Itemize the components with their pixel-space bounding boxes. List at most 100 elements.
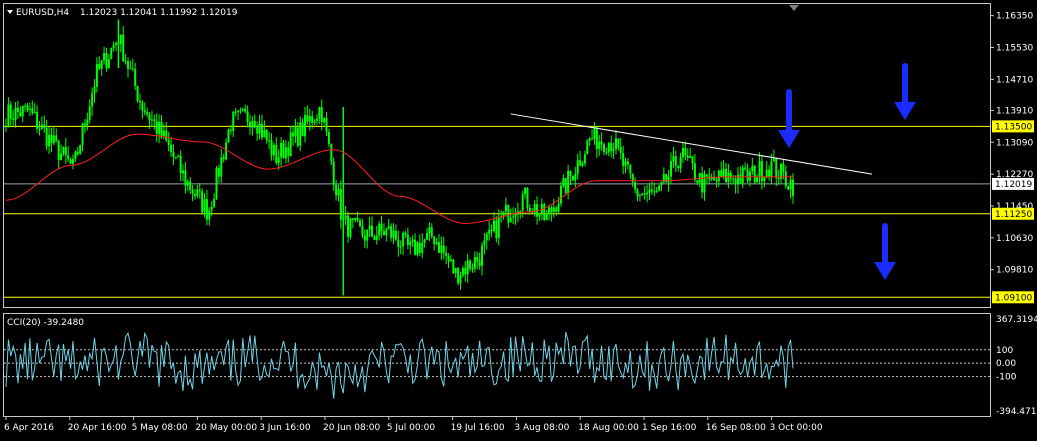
candle-body bbox=[478, 260, 481, 266]
candle-body bbox=[339, 188, 342, 220]
candle-body bbox=[725, 168, 728, 183]
candle-body bbox=[586, 140, 589, 155]
candle-body bbox=[689, 156, 692, 158]
candle-body bbox=[490, 229, 493, 232]
candle-body bbox=[280, 142, 283, 158]
candle-body bbox=[227, 129, 230, 143]
candle-body bbox=[705, 174, 708, 177]
candle-body bbox=[576, 160, 579, 174]
candle-body bbox=[579, 160, 582, 166]
candle-body bbox=[268, 140, 271, 142]
candle-body bbox=[466, 260, 469, 275]
candle-body bbox=[167, 140, 170, 145]
candle-body bbox=[320, 107, 323, 123]
candle-body bbox=[512, 216, 515, 218]
candle-body bbox=[756, 176, 759, 183]
candle-body bbox=[146, 112, 149, 115]
candle-body bbox=[464, 268, 467, 275]
candle-body bbox=[260, 123, 263, 138]
candle-body bbox=[670, 161, 673, 177]
symbol-title: EURUSD,H4 bbox=[16, 8, 69, 18]
candle-body bbox=[234, 111, 237, 113]
candle-body bbox=[655, 190, 658, 193]
candle-body bbox=[335, 184, 338, 196]
candle-body bbox=[622, 152, 625, 166]
candle-body bbox=[538, 214, 541, 217]
price-tick-label: 1.13910 bbox=[996, 106, 1033, 116]
candle-body bbox=[129, 68, 132, 70]
trading-chart[interactable]: 367.3194 100 0.00 -100 -394.4714 1.16350 1.15… bbox=[0, 0, 1037, 441]
candle-body bbox=[110, 48, 113, 59]
candle-body bbox=[88, 106, 91, 120]
ohlc-readout: 1.12023 1.12041 1.11992 1.12019 bbox=[80, 8, 238, 18]
candle-body bbox=[52, 135, 55, 144]
time-tick-label: 20 Apr 16:00 bbox=[68, 423, 127, 433]
candle-body bbox=[614, 138, 617, 150]
price-tick-label: 1.10630 bbox=[996, 234, 1033, 244]
candle-body bbox=[397, 239, 400, 247]
candle-body bbox=[354, 218, 357, 221]
candle-body bbox=[399, 246, 402, 248]
candle-body bbox=[57, 141, 60, 160]
candle-body bbox=[418, 242, 421, 253]
candle-body bbox=[610, 143, 613, 152]
candle-body bbox=[93, 86, 96, 94]
candle-body bbox=[74, 151, 77, 159]
candle-body bbox=[736, 174, 739, 185]
candle-body bbox=[658, 185, 661, 191]
price-pane[interactable] bbox=[3, 3, 991, 308]
candle-body bbox=[45, 128, 48, 147]
cci-axis-bottom-label: -394.4714 bbox=[996, 407, 1037, 417]
time-tick-label: 5 May 08:00 bbox=[132, 423, 188, 433]
candle-body bbox=[24, 105, 27, 107]
candle-body bbox=[741, 167, 744, 184]
candle-body bbox=[225, 142, 228, 160]
candle-body bbox=[308, 116, 311, 122]
candle-body bbox=[461, 268, 464, 276]
candle-body bbox=[681, 147, 684, 158]
candle-body bbox=[653, 191, 656, 193]
candle-body bbox=[368, 225, 371, 230]
candle-body bbox=[351, 218, 354, 221]
time-tick-label: 18 Aug 00:00 bbox=[578, 423, 639, 433]
cci-pane[interactable] bbox=[3, 313, 991, 417]
candle-body bbox=[162, 130, 165, 137]
time-tick-label: 20 May 00:00 bbox=[195, 423, 257, 433]
level-price-tag-label: 1.09100 bbox=[995, 293, 1032, 303]
candle-body bbox=[361, 225, 364, 236]
cci-axis-0-label: 0.00 bbox=[996, 359, 1016, 369]
candle-body bbox=[112, 45, 115, 49]
candle-body bbox=[595, 127, 598, 149]
candle-body bbox=[213, 198, 216, 207]
candle-body bbox=[521, 194, 524, 211]
time-tick-label: 3 Aug 08:00 bbox=[514, 423, 569, 433]
candle-body bbox=[760, 161, 763, 182]
candle-body bbox=[38, 128, 41, 130]
price-tick-label: 1.15530 bbox=[996, 44, 1033, 54]
candle-body bbox=[748, 171, 751, 181]
candle-body bbox=[581, 163, 584, 166]
candle-body bbox=[404, 232, 407, 235]
candle-body bbox=[184, 170, 187, 186]
candle-body bbox=[370, 225, 373, 237]
candle-body bbox=[155, 121, 158, 134]
candle-body bbox=[507, 204, 510, 223]
candle-body bbox=[643, 193, 646, 195]
candle-body bbox=[626, 161, 629, 165]
candle-body bbox=[583, 154, 586, 164]
candle-body bbox=[686, 155, 689, 158]
candle-body bbox=[380, 223, 383, 232]
candle-body bbox=[210, 206, 213, 211]
candle-body bbox=[382, 231, 385, 236]
candle-body bbox=[469, 260, 472, 269]
candle-body bbox=[765, 169, 768, 178]
candle-body bbox=[483, 240, 486, 246]
candle-body bbox=[526, 187, 529, 208]
candle-body bbox=[170, 144, 173, 153]
candle-body bbox=[528, 207, 531, 212]
candle-body bbox=[105, 53, 108, 68]
candle-body bbox=[421, 242, 424, 253]
candle-body bbox=[289, 132, 292, 157]
candle-body bbox=[330, 144, 333, 162]
candle-body bbox=[385, 228, 388, 236]
